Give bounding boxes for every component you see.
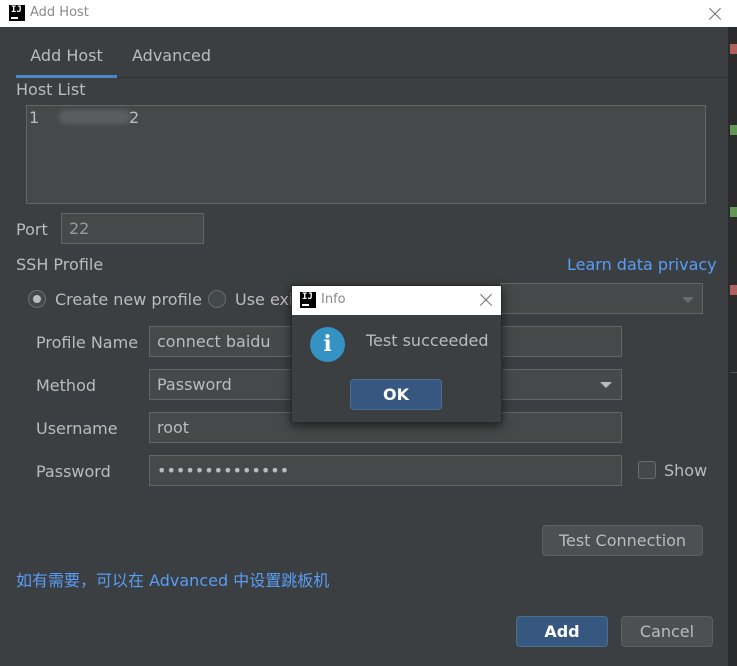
editor-fragment bbox=[730, 285, 737, 295]
host-list-value-start: 1 bbox=[29, 108, 40, 127]
intellij-logo-icon: IJ bbox=[9, 5, 25, 21]
tab-advanced[interactable]: Advanced bbox=[132, 27, 211, 78]
editor-fragment bbox=[730, 207, 737, 217]
ssh-profile-label: SSH Profile bbox=[16, 255, 104, 274]
method-label: Method bbox=[36, 376, 97, 395]
host-list-value-end: 2 bbox=[129, 108, 140, 127]
info-dialog-title: Info bbox=[321, 292, 346, 307]
close-icon[interactable] bbox=[705, 4, 725, 24]
port-label: Port bbox=[16, 220, 48, 239]
add-button[interactable]: Add bbox=[516, 616, 608, 647]
profile-name-label: Profile Name bbox=[36, 333, 139, 352]
redacted-host-mask bbox=[59, 110, 131, 124]
info-dialog-title-bar: IJ Info bbox=[292, 286, 501, 315]
editor-fragment bbox=[730, 44, 737, 54]
learn-data-privacy-link[interactable]: Learn data privacy bbox=[567, 255, 717, 274]
use-existing-profile-radio[interactable] bbox=[208, 290, 226, 308]
username-label: Username bbox=[36, 419, 118, 438]
title-bar: IJ Add Host bbox=[0, 0, 737, 27]
background-editor-strip bbox=[728, 27, 737, 666]
test-connection-button[interactable]: Test Connection bbox=[542, 525, 703, 556]
create-new-profile-label[interactable]: Create new profile bbox=[55, 290, 202, 309]
password-input[interactable]: •••••••••••••• bbox=[149, 455, 622, 486]
info-icon: i bbox=[310, 327, 345, 362]
host-list-label: Host List bbox=[16, 80, 86, 99]
intellij-logo-icon: IJ bbox=[300, 292, 316, 308]
show-password-label[interactable]: Show bbox=[664, 461, 707, 480]
info-dialog: IJ Info i Test succeeded OK bbox=[291, 285, 502, 423]
info-message: Test succeeded bbox=[366, 331, 489, 350]
password-label: Password bbox=[36, 462, 111, 481]
show-password-checkbox[interactable] bbox=[638, 461, 656, 479]
tab-add-host[interactable]: Add Host bbox=[16, 27, 117, 78]
tab-bar: Add Host Advanced bbox=[16, 27, 728, 78]
close-icon[interactable] bbox=[477, 291, 495, 309]
ok-button[interactable]: OK bbox=[350, 379, 442, 410]
cancel-button[interactable]: Cancel bbox=[621, 616, 713, 647]
editor-divider bbox=[730, 372, 737, 373]
chevron-down-icon bbox=[682, 297, 694, 303]
existing-profile-select[interactable] bbox=[500, 283, 703, 314]
editor-fragment bbox=[730, 125, 737, 135]
create-new-profile-radio[interactable] bbox=[28, 290, 46, 308]
host-list-textarea[interactable]: 1 2 bbox=[26, 105, 706, 204]
window-title: Add Host bbox=[30, 5, 89, 20]
chevron-down-icon bbox=[600, 382, 612, 388]
advanced-jump-host-link[interactable]: 如有需要，可以在 Advanced 中设置跳板机 bbox=[16, 567, 329, 591]
port-input[interactable]: 22 bbox=[61, 213, 204, 244]
